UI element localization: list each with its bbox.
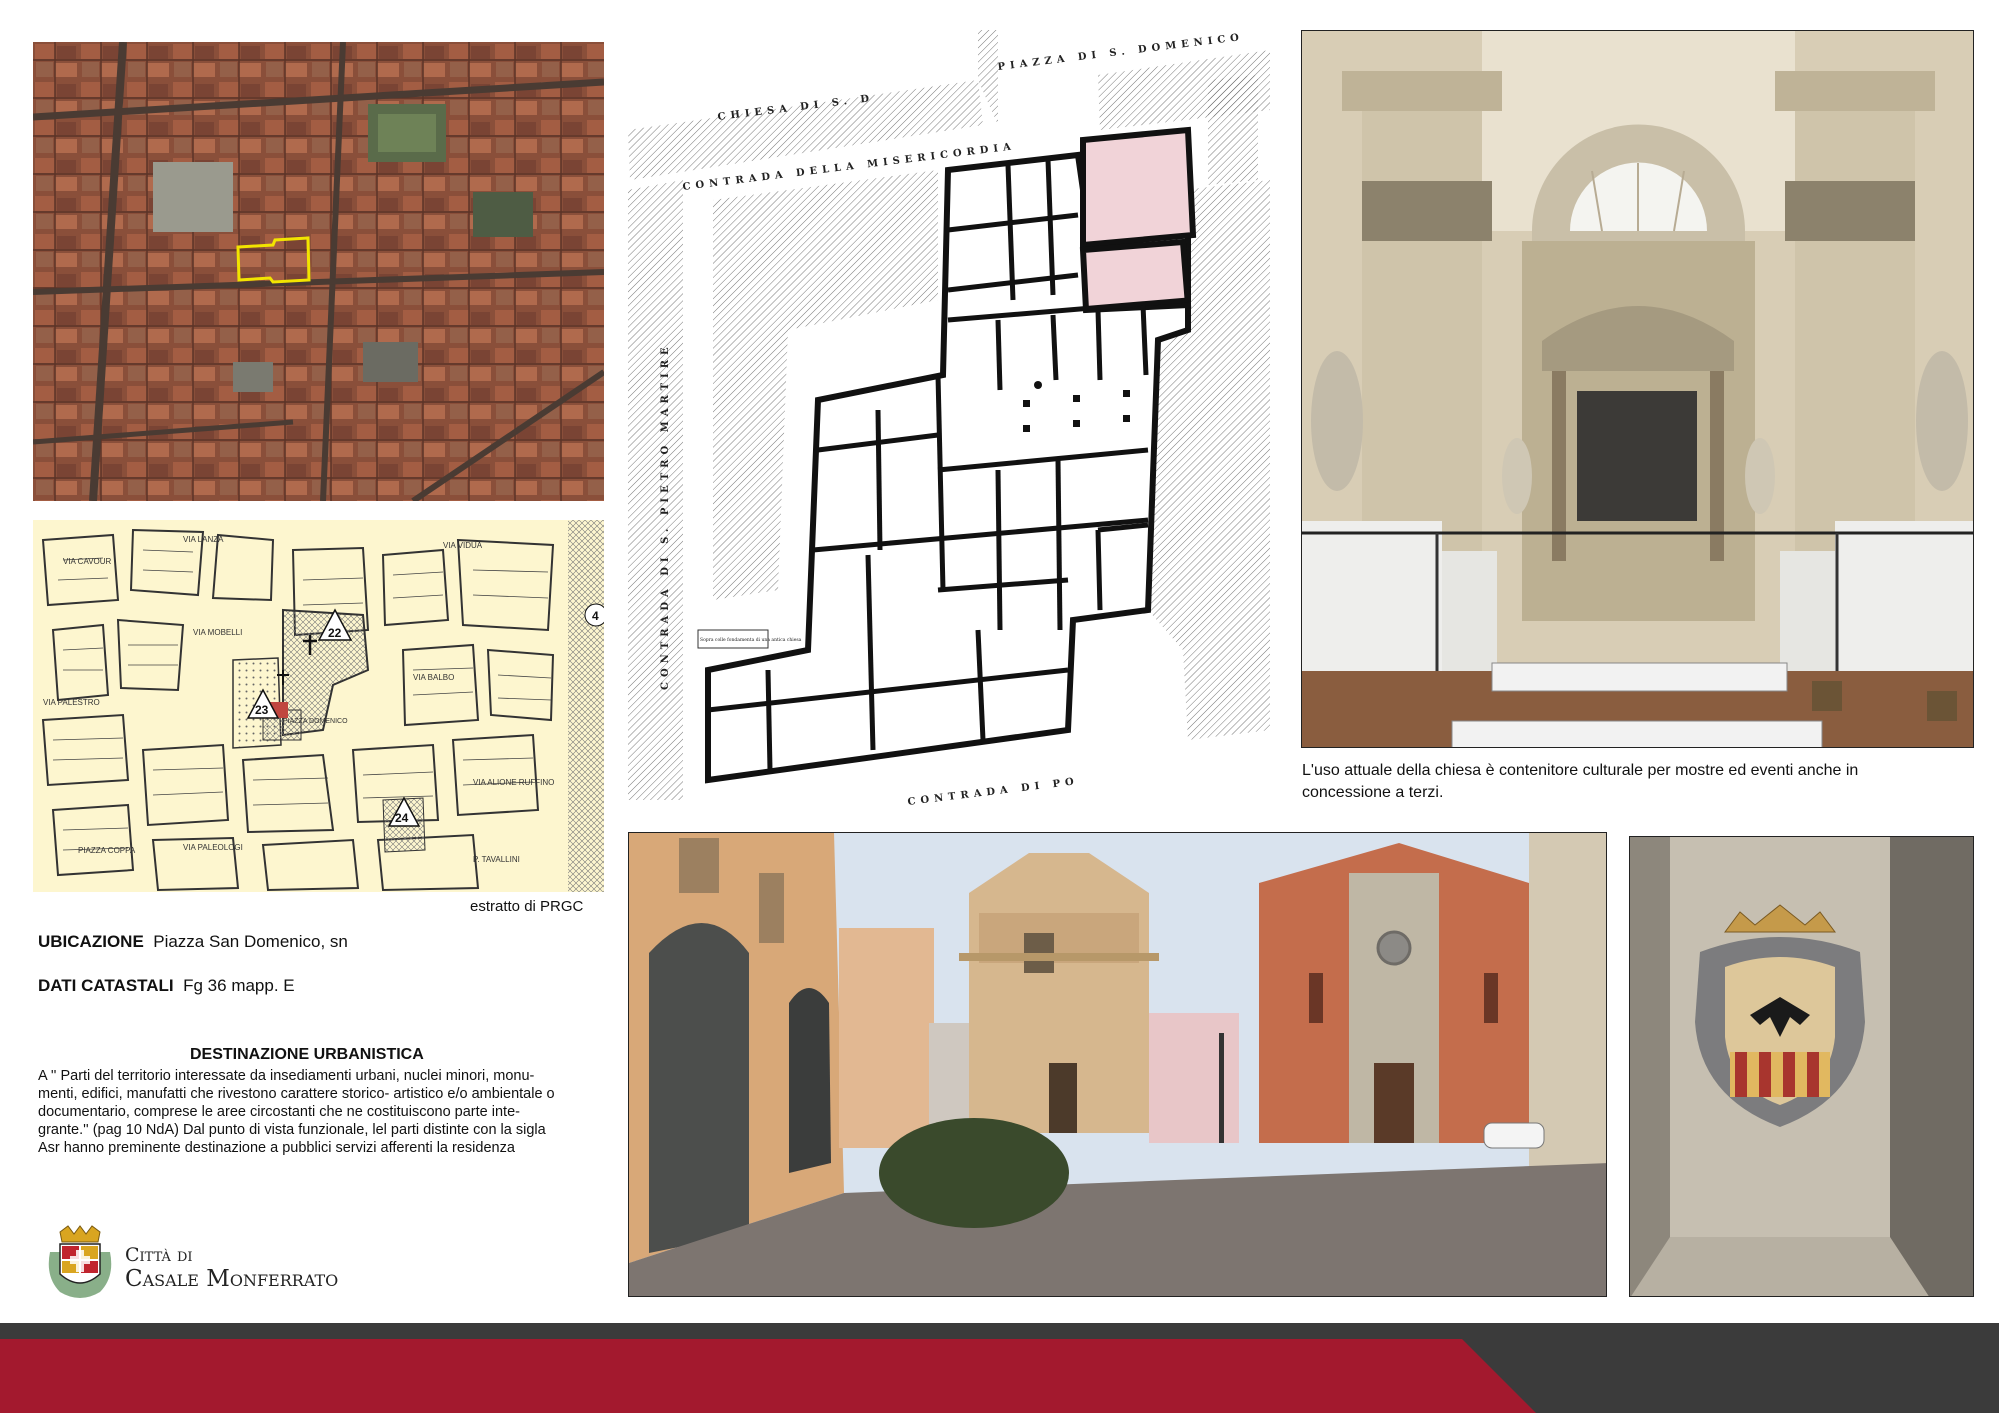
street-piazza-coppa: PIAZZA COPPA	[78, 846, 136, 855]
marker-24: 24	[395, 811, 409, 825]
street-cavour: VIA CAVOUR	[63, 557, 112, 566]
aerial-photo	[33, 42, 604, 501]
footer-band	[0, 1323, 1999, 1413]
street-balbo: VIA BALBO	[413, 673, 454, 682]
piazza-photo	[628, 832, 1607, 1297]
ubicazione: UBICAZIONE Piazza San Domenico, sn	[38, 932, 348, 952]
interior-caption-line: concessione a terzi.	[1302, 784, 1444, 801]
dati-catastali: DATI CATASTALI Fg 36 mapp. E	[38, 976, 295, 996]
street-tavallini: P. TAVALLINI	[473, 855, 520, 864]
ubicazione-value: Piazza San Domenico, sn	[153, 932, 348, 951]
street-alione: VIA ALIONE RUFFINO	[473, 778, 554, 787]
plan-note: Sopra colle fondamenta di una antica chi…	[700, 637, 802, 643]
city-logo: Città di Casale Monferrato	[40, 1222, 370, 1304]
marker-23: 23	[255, 703, 269, 717]
prgc-caption: estratto di PRGC	[470, 898, 584, 915]
destinazione-line: Asr hanno preminente destinazione a pubb…	[38, 1140, 515, 1156]
destinazione-text: A '' Parti del territorio interessate da…	[38, 1067, 608, 1157]
street-piazza-domenico: PIAZZA DOMENICO	[283, 718, 348, 725]
logo-line1: Città di	[125, 1244, 193, 1266]
marker-22: 22	[328, 626, 342, 640]
interior-photo	[1301, 30, 1974, 748]
street-lanza: VIA LANZA	[183, 535, 224, 544]
interior-caption: L'uso attuale della chiesa è contenitore…	[1302, 760, 1972, 804]
destinazione-line: A '' Parti del territorio interessate da…	[38, 1068, 535, 1084]
coat-of-arms-photo	[1629, 836, 1974, 1297]
ubicazione-label: UBICAZIONE	[38, 932, 144, 951]
street-mobelli: VIA MOBELLI	[193, 628, 242, 637]
street-paleologi: VIA PALEOLOGI	[183, 843, 243, 852]
interior-caption-line: L'uso attuale della chiesa è contenitore…	[1302, 762, 1859, 779]
street-palestro: VIA PALESTRO	[43, 698, 100, 707]
catasto-value: Fg 36 mapp. E	[183, 976, 295, 995]
destinazione-title: DESTINAZIONE URBANISTICA	[190, 1046, 424, 1063]
catasto-label: DATI CATASTALI	[38, 976, 174, 995]
destinazione-line: documentario, comprese le aree circostan…	[38, 1104, 520, 1120]
label-pietro-martire: CONTRADA DI S. PIETRO MARTIRE	[660, 342, 671, 690]
marker-4: 4	[592, 609, 599, 623]
street-vidua: VIA VIDUA	[443, 541, 483, 550]
destinazione-line: menti, edifici, manufatti che rivestono …	[38, 1086, 555, 1102]
destinazione-line: grante.'' (pag 10 NdA) Dal punto di vist…	[38, 1122, 546, 1138]
church-highlight	[1080, 126, 1197, 249]
logo-line2: Casale Monferrato	[125, 1266, 339, 1292]
prgc-map: 22 23 24 4 VIA LANZA VIA VIDUA VIA MOBEL…	[33, 520, 604, 892]
floor-plan: Sopra colle fondamenta di una antica chi…	[628, 30, 1270, 810]
city-crest-icon	[48, 1225, 112, 1298]
